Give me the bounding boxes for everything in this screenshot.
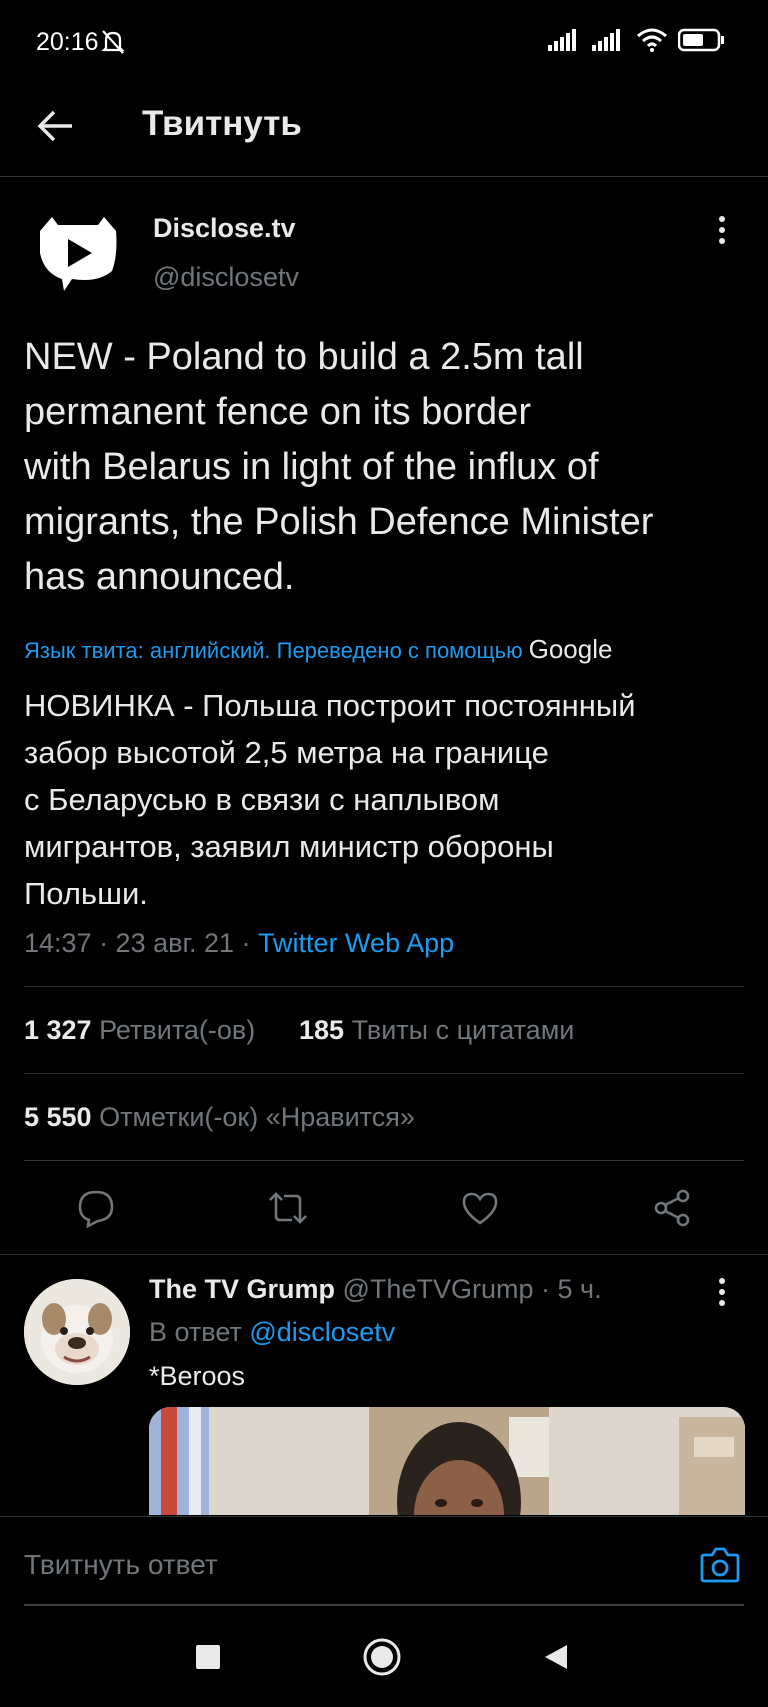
reply-time: · 5 ч. [541, 1274, 602, 1304]
tweet-actions [0, 1180, 768, 1236]
page-title: Твитнуть [142, 104, 302, 143]
in-reply-prefix: В ответ [149, 1317, 250, 1347]
system-nav-bar [0, 1607, 768, 1707]
reply-text: *Beroos [149, 1361, 246, 1391]
likes-count: 5 550 [24, 1102, 92, 1132]
divider [24, 1073, 744, 1074]
input-underline [24, 1604, 744, 1606]
share-icon[interactable] [644, 1180, 700, 1236]
app-header: Твитнуть [0, 84, 768, 177]
quotes-count: 185 [299, 1015, 345, 1045]
divider [24, 1160, 744, 1161]
like-stats[interactable]: 5 550 Отметки(-ок) «Нравится» [24, 1102, 415, 1133]
tweet-text: NEW - Poland to build a 2.5m tall perman… [24, 330, 754, 605]
retweets-label: Ретвита(-ов) [99, 1015, 256, 1045]
divider [0, 1254, 768, 1255]
reply-compose-bar: Твитнуть ответ [0, 1516, 768, 1607]
tweet-source-link[interactable]: Twitter Web App [258, 928, 454, 958]
home-icon[interactable] [362, 1637, 402, 1677]
author-name[interactable]: Disclose.tv [153, 213, 296, 244]
reply-media-thumbnail[interactable] [149, 1407, 745, 1515]
reply-icon[interactable] [68, 1180, 124, 1236]
in-reply-to: В ответ @disclosetv [149, 1317, 395, 1348]
status-time: 20:16 [36, 28, 99, 56]
tweet-timestamp: 14:37 · 23 авг. 21 · [24, 928, 259, 958]
more-options-icon[interactable] [716, 214, 728, 251]
reply-input[interactable]: Твитнуть ответ [24, 1549, 218, 1581]
wifi-icon [636, 28, 668, 57]
likes-label: Отметки(-ок) «Нравится» [99, 1102, 415, 1132]
retweets-count: 1 327 [24, 1015, 92, 1045]
author-avatar[interactable] [36, 213, 120, 297]
author-handle[interactable]: @disclosetv [153, 262, 299, 293]
tweet-text-line: migrants, the Polish Defence Minister [24, 501, 654, 543]
mute-bell-icon [100, 28, 126, 61]
translation-line: с Беларусью в связи с наплывом [24, 782, 500, 817]
tweet-meta: 14:37 · 23 авг. 21 · Twitter Web App [24, 928, 454, 959]
divider [24, 986, 744, 987]
reply-more-options-icon[interactable] [716, 1276, 728, 1313]
like-icon[interactable] [452, 1180, 508, 1236]
reply-author-avatar[interactable] [24, 1279, 130, 1385]
translation-line: Польши. [24, 876, 148, 911]
back-icon[interactable] [536, 1637, 576, 1677]
back-arrow-icon[interactable] [36, 106, 76, 146]
tweet-text-line: with Belarus in light of the influx of [24, 446, 599, 488]
reply-author-name[interactable]: The TV Grump [149, 1274, 335, 1304]
translation-note[interactable]: Язык твита: английский. Переведено с пом… [24, 634, 764, 665]
reply-author-handle[interactable]: @TheTVGrump [343, 1274, 534, 1304]
status-bar: 20:16 [0, 0, 768, 84]
google-translate-logo: Google [528, 634, 613, 664]
translation-line: мигрантов, заявил министр обороны [24, 829, 554, 864]
retweet-icon[interactable] [260, 1180, 316, 1236]
signal-icon [548, 29, 582, 56]
translation-note-text: Язык твита: английский. Переведено с пом… [24, 638, 523, 663]
signal-icon-2 [592, 29, 626, 56]
battery-icon [677, 28, 726, 57]
tweet-text-line: NEW - Poland to build a 2.5m tall [24, 336, 584, 378]
reply-header: The TV Grump @TheTVGrump · 5 ч. [149, 1274, 602, 1305]
translation-line: НОВИНКА - Польша построит постоянный [24, 688, 636, 723]
translation-line: забор высотой 2,5 метра на границе [24, 735, 549, 770]
in-reply-to-link[interactable]: @disclosetv [249, 1317, 395, 1347]
tweet-translation: НОВИНКА - Польша построит постоянный заб… [24, 682, 754, 917]
quotes-label: Твиты с цитатами [351, 1015, 575, 1045]
recent-apps-icon[interactable] [188, 1637, 228, 1677]
quote-stats[interactable]: 185 Твиты с цитатами [299, 1015, 574, 1046]
tweet-text-line: permanent fence on its border [24, 391, 531, 433]
retweet-stats[interactable]: 1 327 Ретвита(-ов) [24, 1015, 255, 1046]
camera-icon[interactable] [698, 1543, 742, 1587]
tweet-text-line: has announced. [24, 556, 295, 598]
